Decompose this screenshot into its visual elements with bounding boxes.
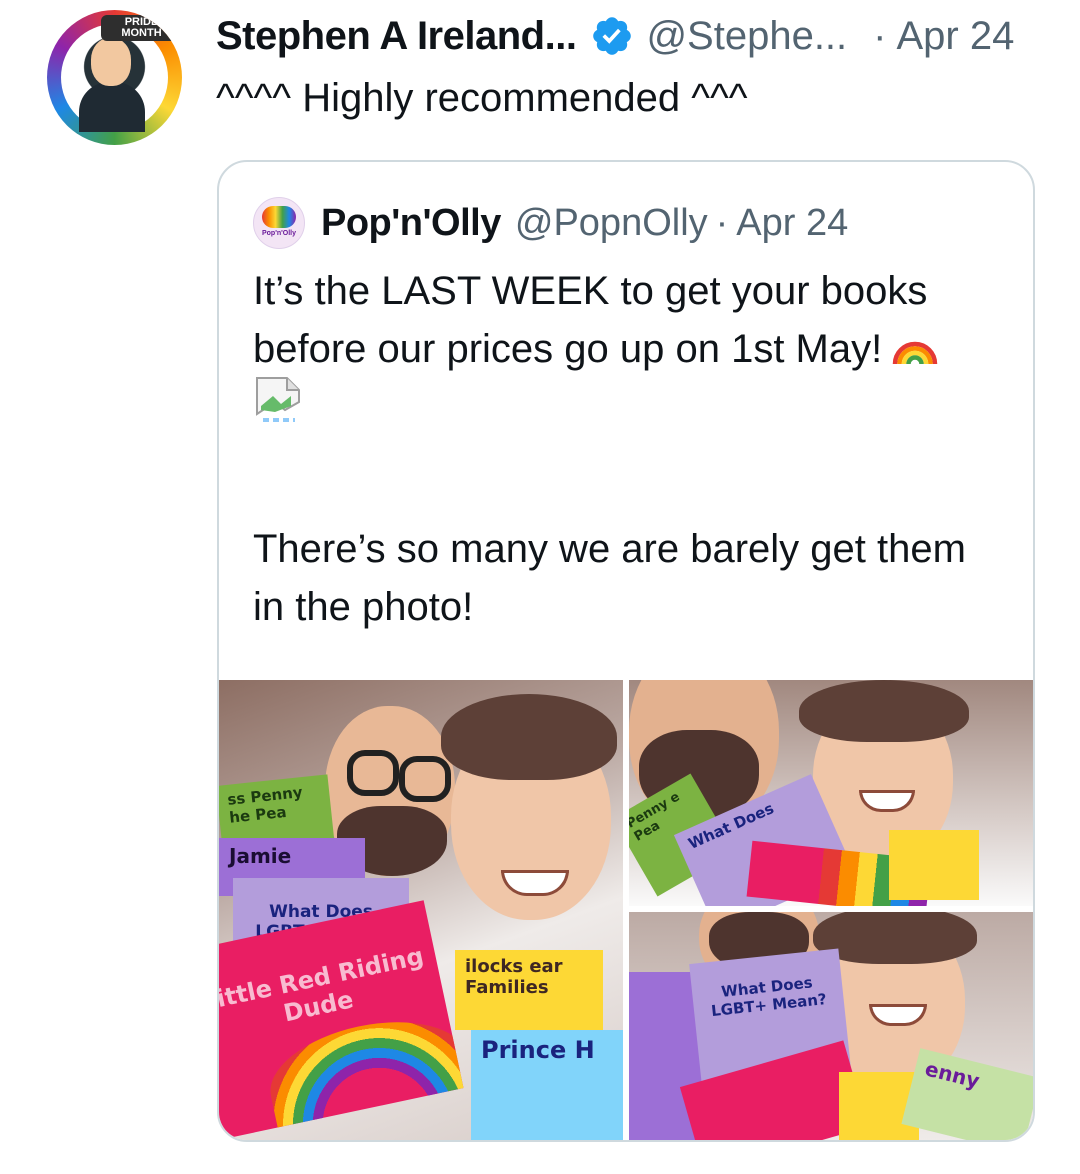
book-title: ss Penny he Pea — [226, 783, 304, 827]
book-title: ilocks ear Families — [465, 956, 563, 998]
rainbow-cloud-icon — [262, 206, 296, 228]
avatar-body — [79, 82, 145, 132]
glasses-icon — [399, 756, 451, 802]
photo-1[interactable]: ss Penny he Pea Jamie What Does LGBT+ Me… — [219, 680, 623, 1140]
avatar-face — [91, 38, 131, 86]
tweet-header: Stephen A Ireland... @Stephe... · Apr 24 — [216, 10, 1014, 62]
book-cover: ilocks ear Families — [455, 950, 603, 1030]
photo-3[interactable]: What Does LGBT+ Mean? enny — [629, 912, 1033, 1140]
quoted-author-handle[interactable]: @PopnOlly — [515, 202, 708, 245]
author-avatar[interactable]: PRIDE MONTH — [47, 10, 182, 145]
curly-hair — [799, 680, 969, 742]
rainbow-icon — [893, 341, 938, 365]
author-handle[interactable]: @Stephe... — [646, 14, 847, 59]
book-title: Prince H — [481, 1036, 595, 1064]
book-title: Jamie — [229, 844, 292, 868]
header-separator: · — [873, 13, 887, 58]
glasses-icon — [347, 750, 399, 796]
quoted-author-name[interactable]: Pop'n'Olly — [321, 202, 501, 245]
verified-badge-icon — [593, 17, 632, 55]
quoted-text-paragraph-2: There’s so many we are barely get them i… — [253, 520, 966, 636]
book-cover: enny — [901, 1048, 1033, 1140]
quoted-text-line: in the photo! — [253, 585, 474, 629]
quoted-avatar-label: Pop'n'Olly — [261, 230, 297, 237]
quoted-tweet-header: Pop'n'Olly Pop'n'Olly @PopnOlly · Apr 24 — [253, 197, 848, 249]
avatar-pride-tag: PRIDE MONTH — [101, 15, 182, 41]
media-grid: ss Penny he Pea Jamie What Does LGBT+ Me… — [219, 680, 1033, 1140]
curly-hair — [441, 694, 617, 780]
quoted-author-avatar[interactable]: Pop'n'Olly — [253, 197, 305, 249]
quoted-text-line: It’s the LAST WEEK to get your books — [253, 269, 928, 313]
quoted-text-line: before our prices go up on 1st May! — [253, 327, 883, 371]
quoted-header-separator: · — [715, 201, 729, 244]
quoted-tweet-card[interactable]: Pop'n'Olly Pop'n'Olly @PopnOlly · Apr 24… — [217, 160, 1035, 1142]
book-title: What Does LGBT+ Mean? — [710, 973, 828, 1021]
broken-image-icon — [256, 377, 300, 422]
book-cover: Prince H — [471, 1030, 623, 1140]
quoted-tweet-date[interactable]: Apr 24 — [736, 202, 848, 245]
tweet-date[interactable]: Apr 24 — [897, 14, 1015, 59]
book-title: enny — [922, 1056, 982, 1094]
author-name[interactable]: Stephen A Ireland... — [216, 14, 577, 59]
book-title: Little Red Riding Dude — [219, 941, 427, 1028]
quoted-tweet-text: It’s the LAST WEEK to get your books bef… — [253, 262, 1013, 629]
tweet-text: ^^^^ Highly recommended ^^^ — [216, 76, 748, 120]
photo-2[interactable]: Penny e Pea What Does — [629, 680, 1033, 906]
book-cover — [889, 830, 979, 900]
quoted-text-line-with-emoji: before our prices go up on 1st May! — [253, 320, 1013, 378]
book-cover: Little Red Riding Dude — [219, 900, 464, 1140]
quoted-text-line: There’s so many we are barely get them — [253, 527, 966, 571]
